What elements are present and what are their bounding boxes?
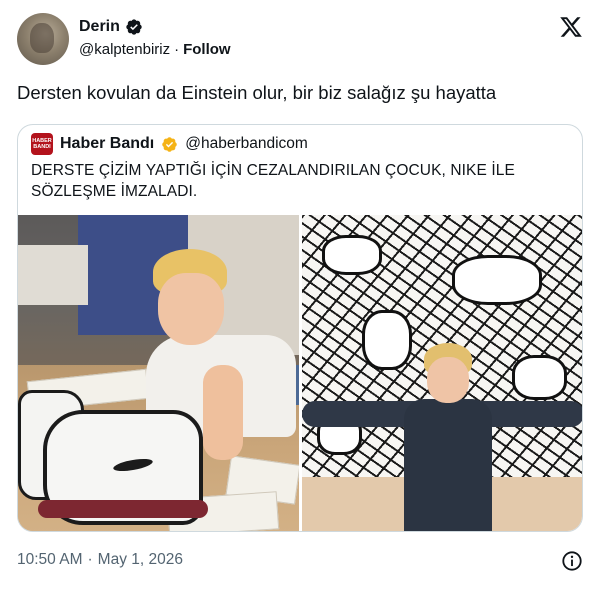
quote-author-name[interactable]: Haber Bandı <box>60 135 154 153</box>
tweet-text: Dersten kovulan da Einstein olur, bir bi… <box>17 82 497 103</box>
follow-button[interactable]: Follow <box>183 41 231 58</box>
quote-header: HABER BANDI Haber Bandı @haberbandicom <box>31 133 308 155</box>
photo-boy-with-sneakers[interactable] <box>18 215 299 531</box>
separator-dot: · <box>87 551 93 568</box>
separator-dot: · <box>174 41 180 58</box>
verified-badge-icon <box>126 19 142 35</box>
tweet-timestamp[interactable]: 10:50 AM · May 1, 2026 <box>17 551 183 569</box>
author-avatar[interactable] <box>17 13 69 65</box>
tweet-header: Derin @kalptenbiriz · Follow <box>17 13 583 65</box>
author-display-name[interactable]: Derin <box>79 18 120 36</box>
tweet-date: May 1, 2026 <box>97 551 183 568</box>
photo-boy-doodle-wall[interactable] <box>302 215 582 531</box>
author-sub-row: @kalptenbiriz · Follow <box>79 41 231 58</box>
info-icon[interactable] <box>561 550 583 572</box>
quote-author-handle[interactable]: @haberbandicom <box>185 135 308 153</box>
gold-verified-badge-icon <box>162 136 178 152</box>
x-logo-icon[interactable] <box>559 15 583 39</box>
quote-media-grid <box>18 215 582 531</box>
author-name-row: Derin <box>79 18 143 36</box>
author-handle[interactable]: @kalptenbiriz <box>79 41 170 58</box>
tweet-time: 10:50 AM <box>17 551 83 568</box>
quote-avatar-text-2: BANDI <box>33 144 51 150</box>
quoted-tweet-card[interactable]: HABER BANDI Haber Bandı @haberbandicom D… <box>17 124 583 532</box>
quote-author-avatar[interactable]: HABER BANDI <box>31 133 53 155</box>
quote-text: DERSTE ÇİZİM YAPTIĞI İÇİN CEZALANDIRILAN… <box>31 162 515 200</box>
